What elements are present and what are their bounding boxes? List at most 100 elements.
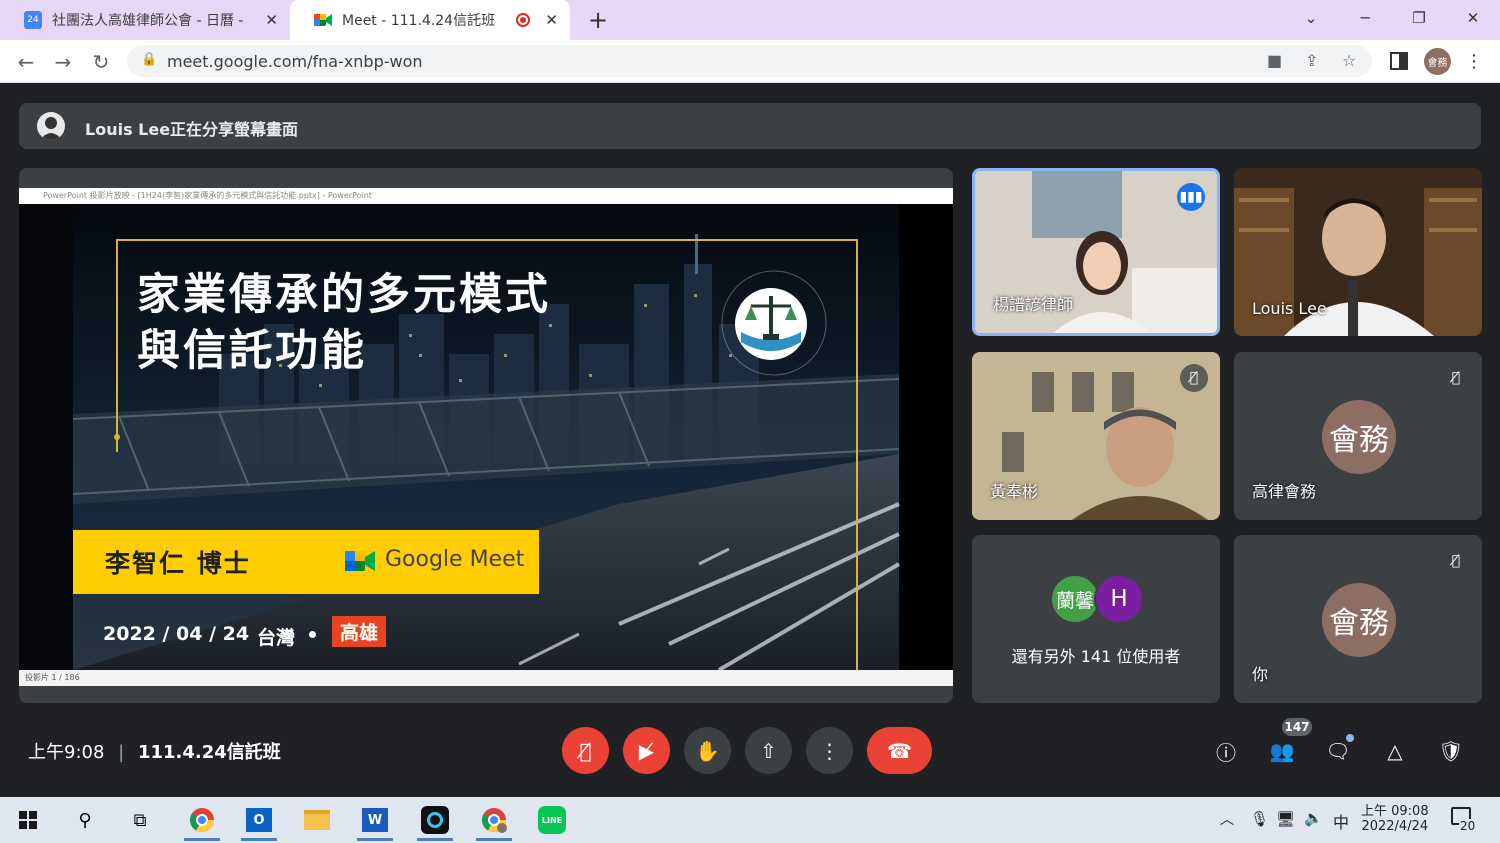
clock[interactable]: 上午 09:08 2022/4/24 xyxy=(1361,800,1429,834)
presenter-avatar xyxy=(37,112,65,140)
share-icon[interactable]: ⇪ xyxy=(1305,51,1318,70)
leave-call-button[interactable]: ☎ xyxy=(867,727,932,774)
search-icon[interactable]: ⚲ xyxy=(67,803,103,837)
address-bar[interactable]: 🔒 meet.google.com/fna-xnbp-won ■ ⇪ ☆ xyxy=(127,45,1372,77)
presentation-tile: PowerPoint 投影片放映 - [1H24(李智)家業傳承的多元模式與信託… xyxy=(19,168,953,703)
host-controls-button[interactable]: 🛡 xyxy=(1436,736,1466,766)
others-count-text: 還有另外 141 位使用者 xyxy=(1011,647,1181,666)
more-options-button[interactable]: ⋮ xyxy=(806,727,853,774)
tab-calendar[interactable]: 24 社團法人高雄律師公會 - 日曆 - 2 ✕ xyxy=(0,0,290,40)
meet-logo-icon xyxy=(314,11,332,29)
restore-button[interactable]: ❐ xyxy=(1392,0,1446,36)
camera-in-use-icon[interactable]: ■ xyxy=(1267,51,1282,70)
webex-icon[interactable] xyxy=(417,803,453,841)
new-tab-button[interactable]: + xyxy=(584,6,612,34)
microphone-off-button[interactable]: 🎙̸ xyxy=(562,727,609,774)
speaking-indicator-icon: ▮▮▮ xyxy=(1177,183,1205,211)
network-icon[interactable]: 🖥 xyxy=(1276,810,1295,828)
participant-name: 你 xyxy=(1252,665,1269,684)
camera-off-icon: ▶̸ xyxy=(638,738,655,763)
participant-name: 黃奉彬 xyxy=(990,482,1039,501)
side-panel-icon[interactable] xyxy=(1390,52,1408,70)
calendar-icon: 24 xyxy=(24,11,42,29)
file-explorer-icon[interactable] xyxy=(299,803,335,837)
end-call-icon: ☎ xyxy=(887,738,912,763)
tab-meet[interactable]: Meet - 111.4.24信託班 ✕ xyxy=(290,0,570,40)
minimize-button[interactable]: ─ xyxy=(1338,0,1392,36)
reload-icon[interactable]: ↻ xyxy=(87,48,115,76)
slide-city-badge: 高雄 xyxy=(332,616,387,647)
speaker-band: 李智仁 博士 Google Meet xyxy=(73,530,539,594)
participant-count-badge: 147 xyxy=(1282,718,1312,736)
lock-icon: 🔒 xyxy=(141,52,158,67)
volume-icon[interactable]: 🔈 xyxy=(1304,809,1323,827)
more-vert-icon: ⋮ xyxy=(819,738,840,763)
forward-icon[interactable]: → xyxy=(49,48,77,76)
microphone-tray-icon[interactable]: 🎙 xyxy=(1250,810,1269,828)
participant-tile-2[interactable]: Louis Lee xyxy=(1234,168,1482,336)
participant-name: Louis Lee xyxy=(1252,299,1327,318)
participant-tile-1[interactable]: ▮▮▮ 楊譜諺律師 xyxy=(972,168,1220,336)
show-hidden-icons-chevron-icon[interactable]: ︿ xyxy=(1220,809,1234,829)
others-tile[interactable]: 蘭馨 H 還有另外 141 位使用者 xyxy=(972,535,1220,703)
bullet-dot xyxy=(309,631,316,638)
people-button[interactable]: 👥 xyxy=(1267,736,1297,766)
task-view-icon[interactable]: ⧉ xyxy=(122,803,158,837)
bookmark-star-icon[interactable]: ☆ xyxy=(1342,51,1356,70)
ime-indicator[interactable]: 中 xyxy=(1333,809,1349,833)
info-separator: | xyxy=(118,742,125,763)
chat-unread-dot xyxy=(1346,734,1354,742)
tab-calendar-title: 社團法人高雄律師公會 - 日曆 - 2 xyxy=(52,13,246,29)
slide-title-line-2: 與信託功能 xyxy=(137,326,367,376)
participant-avatar: 蘭馨 xyxy=(1050,574,1100,624)
tab-search-icon[interactable]: ⌄ xyxy=(1284,0,1338,36)
line-icon[interactable]: LINE xyxy=(534,803,570,837)
participant-tile-3[interactable]: 🎙̸ 黃奉彬 xyxy=(972,352,1220,520)
outlook-icon[interactable]: O xyxy=(241,803,277,841)
mic-off-icon: 🎙̸ xyxy=(1451,370,1461,386)
word-icon[interactable]: W xyxy=(357,803,393,841)
activities-button[interactable]: △ xyxy=(1380,736,1410,766)
mic-off-icon: 🎙̸ xyxy=(1180,364,1208,392)
chrome-profile-icon[interactable] xyxy=(476,803,512,841)
meeting-time: 上午9:08 xyxy=(28,742,105,763)
participant-name: 楊譜諺律師 xyxy=(993,295,1074,314)
participant-name: 高律會務 xyxy=(1252,482,1317,501)
tab-meet-title: Meet - 111.4.24信託班 xyxy=(342,13,496,29)
powerpoint-statusbar: 投影片 1 / 186 xyxy=(19,670,953,686)
close-window-button[interactable]: ✕ xyxy=(1446,0,1500,36)
camera-off-button[interactable]: ▶̸ xyxy=(623,727,670,774)
brand-text: Google Meet xyxy=(385,547,525,572)
self-tile[interactable]: 🎙̸ 會務 你 xyxy=(1234,535,1482,703)
meeting-name: 111.4.24信託班 xyxy=(137,742,281,763)
chrome-icon[interactable] xyxy=(184,803,220,841)
slide-title-line-1: 家業傳承的多元模式 xyxy=(137,270,551,320)
bar-association-logo xyxy=(719,268,829,378)
close-tab-icon[interactable]: ✕ xyxy=(265,11,278,29)
slide-place: 台灣 xyxy=(257,627,296,649)
close-tab-icon[interactable]: ✕ xyxy=(545,11,558,29)
present-now-button[interactable]: ⇧ xyxy=(745,727,792,774)
menu-kebab-icon[interactable]: ⋮ xyxy=(1465,50,1483,72)
slide-image: 家業傳承的多元模式 與信託功能 李智仁 博士 Google Meet 2022 … xyxy=(19,204,953,670)
back-icon[interactable]: ← xyxy=(12,48,40,76)
raise-hand-button[interactable]: ✋ xyxy=(684,727,731,774)
mic-off-icon: 🎙̸ xyxy=(1451,553,1461,569)
present-screen-icon: ⇧ xyxy=(760,738,777,763)
activities-shapes-icon: △ xyxy=(1387,739,1403,763)
participant-avatar: H xyxy=(1094,574,1144,624)
info-icon: ⓘ xyxy=(1216,740,1236,765)
mic-off-icon: 🎙̸ xyxy=(579,738,592,763)
chat-icon: 🗨 xyxy=(1325,739,1351,763)
url-text: meet.google.com/fna-xnbp-won xyxy=(167,52,423,71)
slide-date: 2022 / 04 / 24 xyxy=(103,623,250,645)
google-meet-logo-icon xyxy=(345,548,375,574)
profile-avatar[interactable]: 會務 xyxy=(1424,48,1451,75)
windows-start-icon[interactable] xyxy=(10,803,46,837)
browser-toolbar: ← → ↻ 🔒 meet.google.com/fna-xnbp-won ■ ⇪… xyxy=(0,40,1500,83)
participant-tile-4[interactable]: 🎙̸ 會務 高律會務 xyxy=(1234,352,1482,520)
meeting-details-button[interactable]: ⓘ xyxy=(1211,736,1241,766)
speaker-name: 李智仁 博士 xyxy=(105,549,251,578)
screen-share-text: Louis Lee正在分享螢幕畫面 xyxy=(85,120,299,139)
browser-tab-strip: 24 社團法人高雄律師公會 - 日曆 - 2 ✕ Meet - 111.4.24… xyxy=(0,0,1500,40)
